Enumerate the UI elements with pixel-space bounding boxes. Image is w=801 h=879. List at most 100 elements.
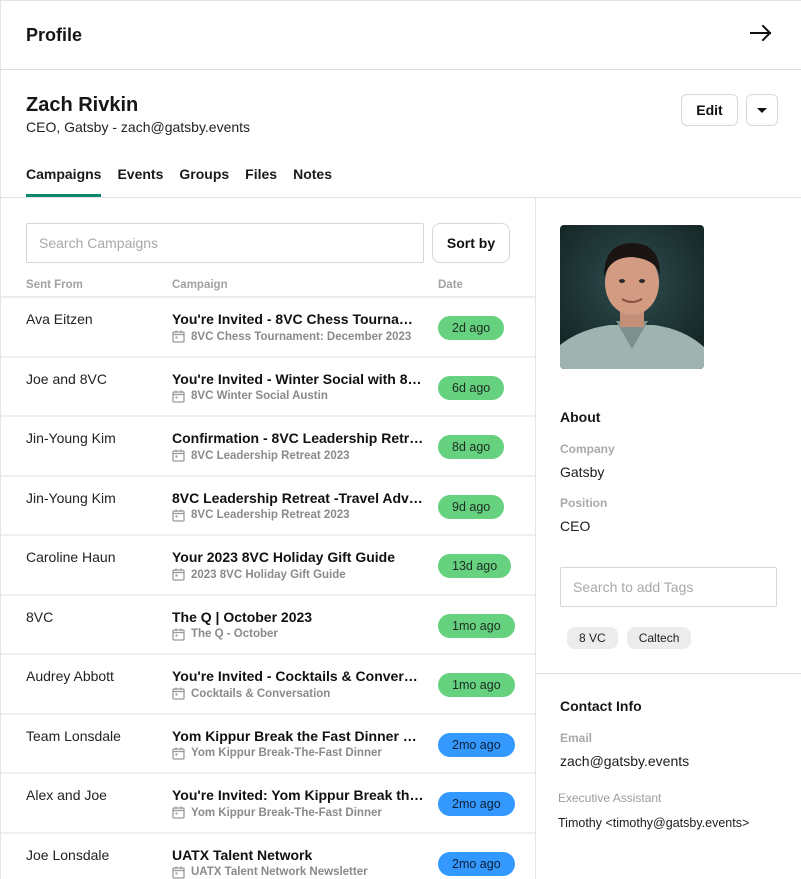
position-value: CEO [560, 518, 591, 534]
campaign-event-name: 8VC Winter Social Austin [191, 390, 328, 402]
tab-groups[interactable]: Groups [179, 166, 229, 198]
edit-button[interactable]: Edit [681, 94, 738, 126]
calendar-icon [172, 330, 185, 343]
sort-by-button[interactable]: Sort by [432, 223, 510, 263]
tab-files[interactable]: Files [245, 166, 277, 198]
contact-subtitle: CEO, Gatsby - zach@gatsby.events [26, 119, 251, 135]
about-heading: About [560, 409, 601, 425]
campaign-title[interactable]: 8VC Leadership Retreat -Travel Advisory [172, 490, 424, 506]
assistant-value: Timothy <timothy@gatsby.events> [558, 816, 750, 830]
campaign-event-name: 8VC Leadership Retreat 2023 [191, 449, 350, 462]
tab-campaigns[interactable]: Campaigns [26, 166, 102, 198]
sent-from: Audrey Abbott [26, 668, 114, 684]
sent-from: Caroline Haun [26, 549, 116, 565]
profile-header: Zach Rivkin CEO, Gatsby - zach@gatsby.ev… [0, 70, 801, 198]
campaign-event: Yom Kippur Break-The-Fast Dinner [172, 806, 382, 819]
arrow-right-icon[interactable] [749, 21, 773, 45]
campaign-row[interactable]: 8VC The Q | October 2023 The Q - October 1m… [1, 596, 535, 655]
campaign-row[interactable]: Alex and Joe You're Invited: Yom Kippur B… [1, 774, 535, 834]
campaign-row[interactable]: Jin-Young Kim Confirmation - 8VC Leadersh… [1, 417, 535, 477]
column-header-sent-from[interactable]: Sent From [26, 279, 83, 291]
calendar-icon [172, 509, 185, 522]
campaign-event-name: Yom Kippur Break-The-Fast Dinner [191, 806, 382, 819]
email-value[interactable]: zach@gatsby.events [560, 753, 689, 769]
date-badge: 2d ago [438, 316, 505, 340]
column-header-date[interactable]: Date [438, 279, 463, 291]
date-badge: 2mo ago [438, 851, 515, 876]
campaign-row[interactable]: Team Lonsdale Yom Kippur Break the Fast D… [1, 715, 535, 774]
campaign-event: Yom Kippur Break-The-Fast Dinner [172, 747, 382, 760]
sent-from: Jin-Young Kim [26, 430, 116, 446]
campaign-event-name: UATX Talent Network Newsletter [191, 866, 368, 878]
campaign-event: Cocktails & Conversation [172, 687, 330, 700]
campaign-title[interactable]: The Q | October 2023 [172, 609, 424, 625]
campaign-title[interactable]: You're Invited: Yom Kippur Break the Fas… [172, 787, 424, 803]
sent-from: Alex and Joe [26, 787, 107, 803]
campaign-event: UATX Talent Network Newsletter [172, 866, 368, 879]
campaign-event: 2023 8VC Holiday Gift Guide [172, 568, 346, 581]
campaign-title[interactable]: You're Invited - Winter Social with 8VC … [172, 371, 424, 387]
campaign-title[interactable]: UATX Talent Network [172, 847, 424, 863]
campaign-row[interactable]: Jin-Young Kim 8VC Leadership Retreat -Tra… [1, 477, 535, 536]
contact-info-heading: Contact Info [560, 698, 642, 714]
campaign-row[interactable]: Caroline Haun Your 2023 8VC Holiday Gift … [1, 536, 535, 596]
sent-from: Ava Eitzen [26, 311, 93, 327]
campaign-event-name: 8VC Leadership Retreat 2023 [191, 509, 350, 521]
column-divider [535, 198, 536, 879]
date-badge: 13d ago [438, 554, 512, 578]
tag-chip[interactable]: Caltech [626, 627, 692, 649]
campaign-event-name: 2023 8VC Holiday Gift Guide [191, 568, 346, 581]
campaign-event: 8VC Chess Tournament: December 2023 [172, 330, 411, 343]
search-campaigns-input[interactable] [26, 223, 424, 263]
date-badge: 1mo ago [438, 613, 515, 638]
profile-photo [560, 225, 704, 369]
panel-header: Profile [0, 0, 801, 70]
position-label: Position [560, 496, 608, 510]
campaign-event: The Q - October [172, 628, 278, 641]
table-header: Sent From Campaign Date [1, 278, 535, 298]
sent-from: Jin-Young Kim [26, 489, 116, 506]
tag-chip[interactable]: 8 VC [567, 627, 618, 649]
calendar-icon [172, 568, 185, 581]
calendar-icon [172, 628, 185, 641]
campaign-title[interactable]: Yom Kippur Break the Fast Dinner Confirm… [172, 728, 424, 744]
campaign-row[interactable]: Joe Lonsdale UATX Talent Network UATX Tale… [1, 834, 535, 879]
date-badge: 6d ago [438, 375, 505, 400]
profile-tabs: Campaigns Events Groups Files Notes [26, 166, 348, 198]
panel-title: Profile [26, 25, 83, 45]
tab-notes[interactable]: Notes [293, 166, 332, 198]
campaign-row[interactable]: Audrey Abbott You're Invited - Cocktails … [1, 655, 535, 715]
campaign-event-name: The Q - October [191, 628, 278, 640]
sent-from: Team Lonsdale [26, 727, 121, 744]
email-label: Email [560, 731, 593, 745]
campaign-title[interactable]: Confirmation - 8VC Leadership Retreat 20… [172, 430, 424, 446]
column-header-campaign[interactable]: Campaign [172, 279, 228, 291]
tag-list: 8 VC Caltech [567, 627, 692, 649]
tag-search-input[interactable] [560, 567, 777, 607]
campaign-event: 8VC Winter Social Austin [172, 390, 328, 403]
more-options-button[interactable] [746, 94, 778, 126]
campaign-event-name: Yom Kippur Break-The-Fast Dinner [191, 747, 382, 759]
campaign-event-name: Cocktails & Conversation [191, 687, 331, 700]
assistant-label: Executive Assistant [558, 791, 662, 805]
campaign-title[interactable]: You're Invited - Cocktails & Conversatio… [172, 668, 424, 684]
company-value: Gatsby [560, 464, 605, 480]
calendar-icon [172, 687, 185, 700]
caret-down-icon [757, 107, 767, 113]
contact-name: Zach Rivkin [26, 94, 139, 116]
campaign-event: 8VC Leadership Retreat 2023 [172, 509, 350, 522]
calendar-icon [172, 747, 185, 760]
date-badge: 9d ago [438, 494, 505, 519]
campaign-title[interactable]: Your 2023 8VC Holiday Gift Guide [172, 549, 424, 565]
calendar-icon [172, 806, 185, 819]
tab-events[interactable]: Events [117, 166, 163, 198]
date-badge: 2mo ago [438, 792, 515, 816]
campaign-title[interactable]: You're Invited - 8VC Chess Tournament: D… [172, 311, 424, 327]
campaigns-table: Ava Eitzen You're Invited - 8VC Chess Tou… [1, 298, 535, 879]
campaign-event: 8VC Leadership Retreat 2023 [172, 449, 350, 462]
campaign-row[interactable]: Joe and 8VC You're Invited - Winter Socia… [1, 358, 535, 417]
calendar-icon [172, 866, 185, 879]
date-badge: 2mo ago [438, 732, 515, 757]
campaign-row[interactable]: Ava Eitzen You're Invited - 8VC Chess Tou… [1, 298, 535, 358]
contact-divider [536, 673, 801, 674]
